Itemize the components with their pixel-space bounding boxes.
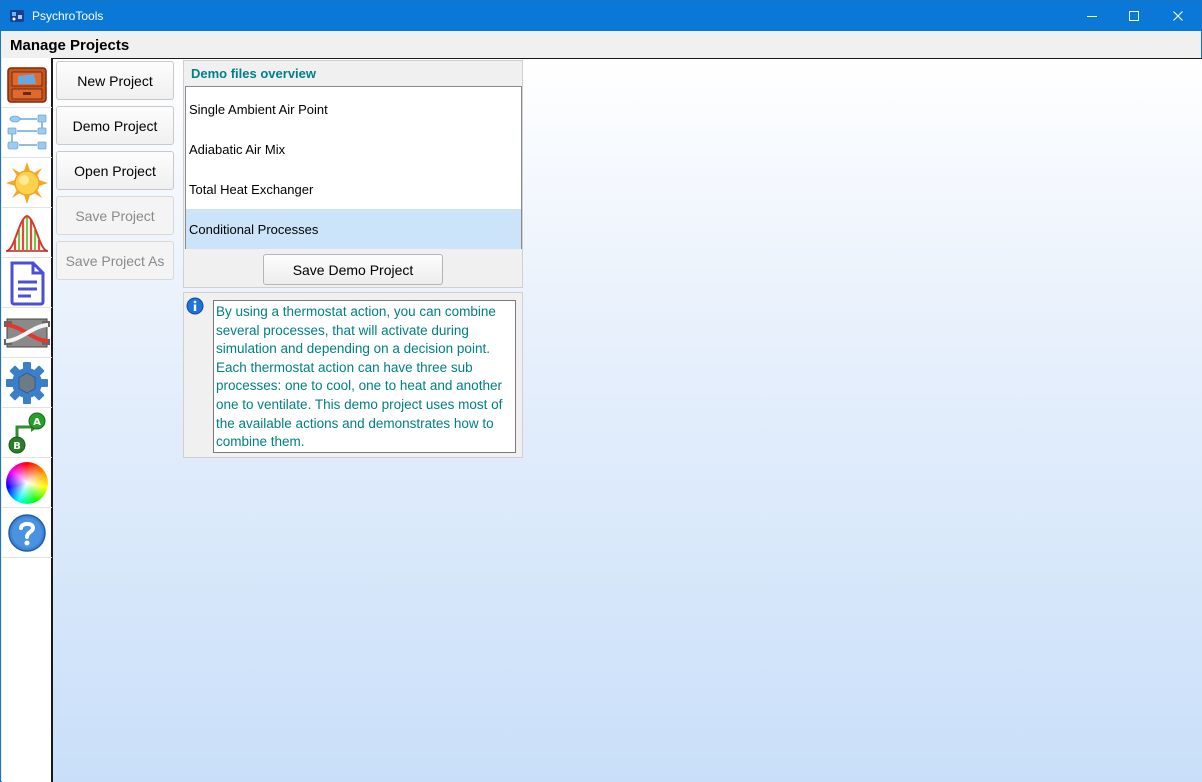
maximize-icon [1129, 11, 1139, 21]
page-title: Manage Projects [10, 37, 130, 54]
list-item-conditional-processes[interactable]: Conditional Processes [186, 209, 521, 249]
sun-icon [6, 161, 48, 204]
app-logo-icon [10, 10, 24, 22]
demo-project-button[interactable]: Demo Project [56, 106, 174, 145]
new-project-button[interactable]: New Project [56, 61, 174, 100]
rail-item-climate[interactable] [2, 158, 52, 208]
list-item-single-ambient-air-point[interactable]: Single Ambient Air Point [186, 89, 521, 129]
close-icon [1173, 11, 1183, 21]
svg-text:A: A [33, 417, 41, 428]
rail-item-processes[interactable] [2, 108, 52, 158]
title-bar[interactable]: PsychroTools [1, 1, 1201, 31]
rail-item-heat-exchanger[interactable] [2, 308, 52, 358]
info-icon [186, 297, 204, 315]
demo-files-list[interactable]: Single Ambient Air Point Adiabatic Air M… [185, 86, 522, 249]
save-demo-project-button[interactable]: Save Demo Project [263, 254, 443, 285]
demo-description-text: By using a thermostat action, you can co… [213, 300, 516, 453]
minimize-button[interactable] [1069, 1, 1115, 31]
demo-description-panel: By using a thermostat action, you can co… [183, 292, 523, 458]
navigation-rail: A B [2, 58, 52, 782]
demo-files-panel: Demo files overview Single Ambient Air P… [183, 60, 523, 288]
heat-exchanger-icon [4, 318, 50, 347]
rail-item-conversion[interactable]: A B [2, 408, 52, 458]
main-content: New Project Demo Project Open Project Sa… [52, 58, 1202, 782]
list-item-adiabatic-air-mix[interactable]: Adiabatic Air Mix [186, 129, 521, 169]
svg-text:B: B [13, 441, 21, 452]
distribution-chart-icon [6, 214, 48, 252]
rail-item-settings[interactable] [2, 358, 52, 408]
maximize-button[interactable] [1111, 1, 1157, 31]
color-wheel-icon [6, 461, 48, 504]
close-button[interactable] [1155, 1, 1201, 31]
page-header: Manage Projects [1, 31, 1201, 58]
a-to-b-icon: A B [8, 412, 46, 453]
rail-item-reports[interactable] [2, 258, 52, 308]
save-project-as-button[interactable]: Save Project As [56, 241, 174, 280]
rail-item-help[interactable] [2, 508, 52, 558]
list-item-total-heat-exchanger[interactable]: Total Heat Exchanger [186, 169, 521, 209]
gear-icon [6, 361, 48, 404]
help-icon [8, 513, 46, 552]
app-window: PsychroTools Manage Projects A B New Pro… [0, 0, 1202, 782]
document-icon [10, 261, 45, 305]
rail-item-colors[interactable] [2, 458, 52, 508]
process-flow-icon [7, 114, 47, 149]
minimize-icon [1087, 16, 1097, 17]
window-title: PsychroTools [32, 9, 104, 23]
demo-files-header: Demo files overview [191, 66, 316, 81]
rail-item-statistics[interactable] [2, 208, 52, 258]
open-project-button[interactable]: Open Project [56, 151, 174, 190]
file-cabinet-icon [7, 66, 47, 103]
save-project-button[interactable]: Save Project [56, 196, 174, 235]
rail-item-projects[interactable] [2, 58, 52, 108]
